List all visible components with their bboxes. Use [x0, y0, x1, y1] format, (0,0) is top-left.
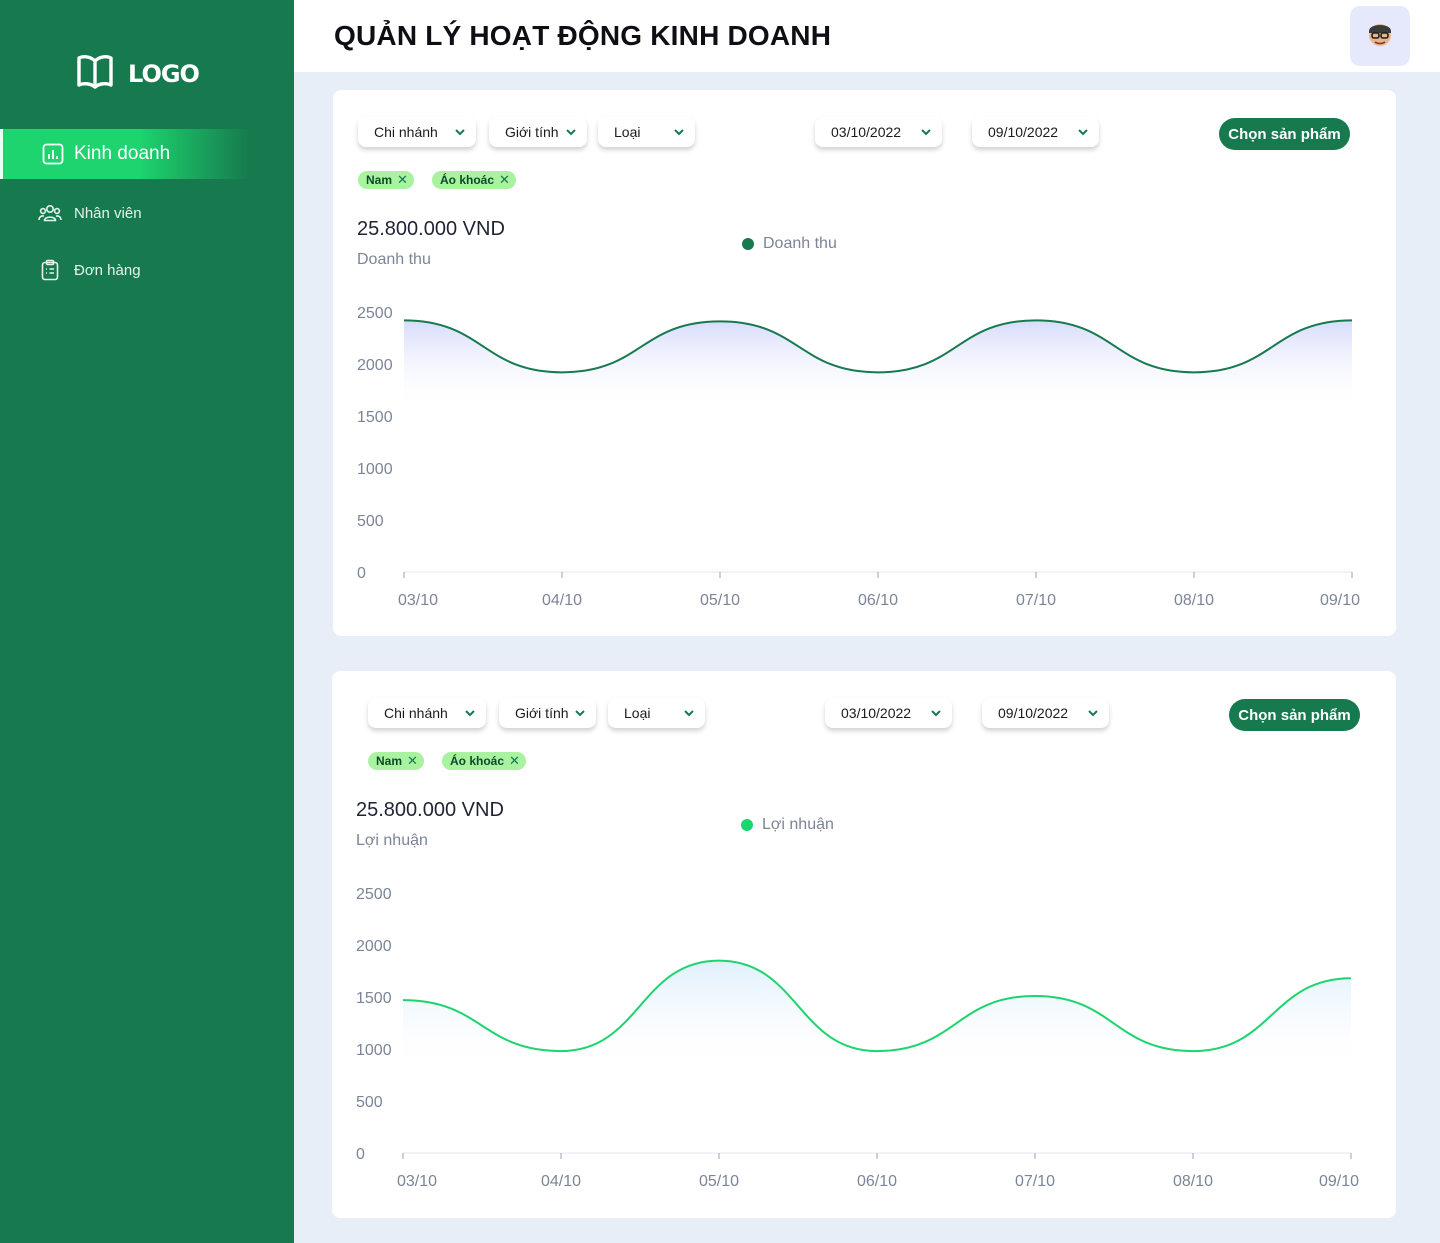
- y-tick-label: 500: [357, 513, 384, 530]
- sidebar-item-don-hang[interactable]: Đơn hàng: [0, 245, 250, 295]
- header: QUẢN LÝ HOẠT ĐỘNG KINH DOANH: [294, 0, 1440, 72]
- sidebar-item-label: Đơn hàng: [74, 261, 141, 279]
- x-tick-label: 03/10: [398, 592, 438, 609]
- revenue-panel: Chi nhánh Giới tính Loại 03/10/2022 09/1…: [333, 90, 1396, 636]
- x-tick-label: 09/10: [1320, 592, 1360, 609]
- series-line: [402, 959, 1352, 1053]
- y-tick-label: 1500: [357, 409, 393, 426]
- y-tick-label: 0: [357, 565, 366, 582]
- x-tick-label: 03/10: [397, 1173, 437, 1190]
- x-tick-label: 08/10: [1174, 592, 1214, 609]
- profit-chart: 2500 2000 1500 1000 500 0 03/10 04/10 05/10 06/10…: [356, 886, 1359, 1190]
- y-tick-label: 1000: [357, 461, 393, 478]
- y-tick-label: 2000: [357, 357, 393, 374]
- x-tick-label: 07/10: [1015, 1173, 1055, 1190]
- y-tick-label: 2500: [357, 305, 393, 322]
- y-tick-label: 1500: [356, 990, 392, 1007]
- logo[interactable]: LOGO: [76, 53, 200, 94]
- clipboard-icon: [38, 258, 62, 282]
- book-icon: [76, 53, 114, 94]
- logo-text: LOGO: [128, 59, 200, 88]
- y-tick-label: 2000: [356, 938, 392, 955]
- x-tick-label: 04/10: [542, 592, 582, 609]
- y-tick-label: 0: [356, 1146, 365, 1163]
- avatar[interactable]: [1350, 6, 1410, 66]
- x-tick-label: 06/10: [858, 592, 898, 609]
- sidebar-item-label: Kinh doanh: [74, 143, 171, 164]
- sidebar-item-label: Nhân viên: [74, 204, 142, 222]
- sidebar-item-nhan-vien[interactable]: Nhân viên: [0, 188, 250, 238]
- user-avatar-icon: [1365, 19, 1395, 54]
- x-tick-label: 07/10: [1016, 592, 1056, 609]
- x-tick-label: 04/10: [541, 1173, 581, 1190]
- x-tick-label: 08/10: [1173, 1173, 1213, 1190]
- y-tick-label: 500: [356, 1094, 383, 1111]
- profit-panel: Chi nhánh Giới tính Loại 03/10/2022 09/1…: [332, 671, 1396, 1218]
- bar-chart-icon: [41, 142, 65, 166]
- y-tick-label: 2500: [356, 886, 392, 903]
- x-tick-label: 05/10: [700, 592, 740, 609]
- x-tick-label: 05/10: [699, 1173, 739, 1190]
- revenue-chart: 2500 2000 1500 1000 500 0 03/10 04/10 05/10 06/10…: [357, 305, 1360, 609]
- y-tick-label: 1000: [356, 1042, 392, 1059]
- series-line: [403, 319, 1353, 374]
- x-tick-label: 09/10: [1319, 1173, 1359, 1190]
- series-area: [404, 320, 1352, 404]
- page-title: QUẢN LÝ HOẠT ĐỘNG KINH DOANH: [334, 20, 832, 51]
- users-icon: [38, 201, 62, 225]
- x-tick-label: 06/10: [857, 1173, 897, 1190]
- sidebar-item-kinh-doanh[interactable]: Kinh doanh: [0, 129, 250, 179]
- sidebar: LOGO Kinh doanh Nhân viên Đơn hàng: [0, 0, 294, 1243]
